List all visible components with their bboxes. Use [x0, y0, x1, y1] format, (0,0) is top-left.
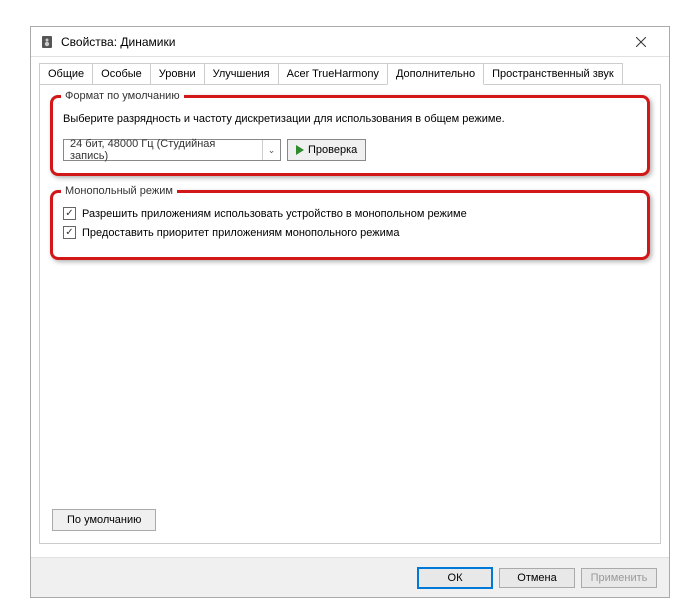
format-combobox[interactable]: 24 бит, 48000 Гц (Студийная запись) ⌄ — [63, 139, 281, 161]
properties-dialog: Свойства: Динамики Общие Особые Уровни У… — [30, 26, 670, 598]
priority-exclusive-label: Предоставить приоритет приложениям моноп… — [82, 227, 399, 239]
check-icon: ✓ — [65, 209, 73, 219]
tab-enhancements[interactable]: Улучшения — [204, 63, 279, 84]
check-icon: ✓ — [65, 228, 73, 238]
play-icon — [296, 145, 304, 155]
default-format-title: Формат по умолчанию — [61, 90, 184, 102]
exclusive-mode-title: Монопольный режим — [61, 185, 177, 197]
apply-button[interactable]: Применить — [581, 568, 657, 588]
allow-exclusive-checkbox[interactable]: ✓ — [63, 207, 76, 220]
format-selected-value: 24 бит, 48000 Гц (Студийная запись) — [64, 138, 262, 162]
cancel-button[interactable]: Отмена — [499, 568, 575, 588]
test-button-label: Проверка — [308, 144, 357, 156]
tab-general[interactable]: Общие — [39, 63, 93, 84]
tab-advanced[interactable]: Дополнительно — [387, 63, 484, 85]
default-format-group: Формат по умолчанию Выберите разрядность… — [50, 95, 650, 176]
exclusive-mode-group: Монопольный режим ✓ Разрешить приложения… — [50, 190, 650, 260]
test-button[interactable]: Проверка — [287, 139, 366, 161]
priority-exclusive-row: ✓ Предоставить приоритет приложениям мон… — [63, 226, 637, 239]
tab-strip: Общие Особые Уровни Улучшения Acer TrueH… — [31, 57, 669, 84]
tab-levels[interactable]: Уровни — [150, 63, 205, 84]
tab-panel-advanced: Формат по умолчанию Выберите разрядность… — [39, 84, 661, 544]
restore-defaults-button[interactable]: По умолчанию — [52, 509, 156, 531]
dialog-footer: ОК Отмена Применить — [31, 557, 669, 597]
combobox-dropdown-button[interactable]: ⌄ — [262, 140, 280, 160]
tab-custom[interactable]: Особые — [92, 63, 151, 84]
priority-exclusive-checkbox[interactable]: ✓ — [63, 226, 76, 239]
close-icon — [636, 37, 646, 47]
window-title: Свойства: Динамики — [61, 35, 621, 49]
ok-button[interactable]: ОК — [417, 567, 493, 589]
tab-spatial[interactable]: Пространственный звук — [483, 63, 623, 84]
chevron-down-icon: ⌄ — [268, 145, 276, 156]
allow-exclusive-row: ✓ Разрешить приложениям использовать уст… — [63, 207, 637, 220]
format-row: 24 бит, 48000 Гц (Студийная запись) ⌄ Пр… — [63, 139, 637, 161]
titlebar: Свойства: Динамики — [31, 27, 669, 57]
default-format-description: Выберите разрядность и частоту дискретиз… — [63, 112, 637, 127]
allow-exclusive-label: Разрешить приложениям использовать устро… — [82, 208, 467, 220]
speaker-icon — [39, 34, 55, 50]
close-button[interactable] — [621, 28, 661, 56]
tab-trueharmony[interactable]: Acer TrueHarmony — [278, 63, 388, 84]
